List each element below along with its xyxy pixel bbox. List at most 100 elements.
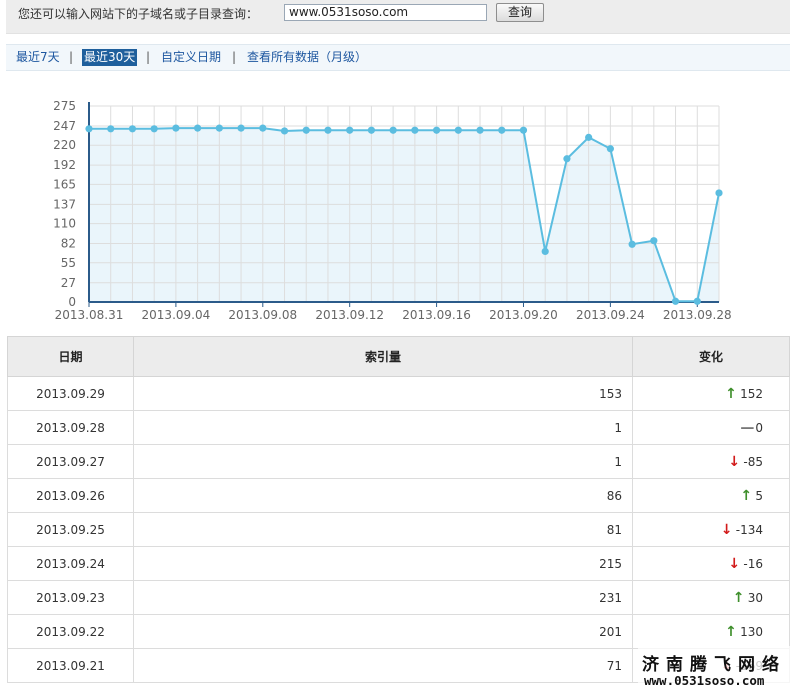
data-point bbox=[411, 126, 419, 134]
data-point bbox=[280, 127, 289, 135]
data-point bbox=[715, 189, 723, 197]
data-point bbox=[585, 133, 593, 141]
tab-separator: | bbox=[69, 50, 74, 64]
table-row: 2013.09.25 81 ↓ -134 bbox=[7, 512, 790, 547]
data-point bbox=[237, 124, 245, 132]
data-point bbox=[671, 297, 680, 305]
x-tick-label: 2013.09.28 bbox=[663, 308, 732, 322]
table-row: 2013.09.24 215 ↓ -16 bbox=[7, 546, 790, 581]
header-change[interactable]: 变化 bbox=[632, 336, 790, 377]
x-tick-label: 2013.09.12 bbox=[315, 308, 384, 322]
cell-change: ↑ 152 bbox=[632, 376, 790, 411]
index-data-table: 日期 索引量 变化 2013.09.29 153 ↑ 152 2013.09.28 1 —0… bbox=[7, 336, 790, 683]
data-point bbox=[650, 237, 658, 245]
cell-date: 2013.09.25 bbox=[7, 512, 134, 547]
x-tick-label: 2013.08.31 bbox=[55, 308, 124, 322]
data-point bbox=[519, 126, 528, 134]
y-tick-label: 55 bbox=[61, 256, 76, 270]
data-point bbox=[85, 125, 93, 133]
down-arrow-icon: ↓ bbox=[728, 453, 741, 470]
header-date[interactable]: 日期 bbox=[7, 336, 134, 377]
cell-date: 2013.09.26 bbox=[7, 478, 134, 513]
cell-date: 2013.09.22 bbox=[7, 614, 134, 649]
x-tick-label: 2013.09.04 bbox=[142, 308, 211, 322]
cell-date: 2013.09.27 bbox=[7, 444, 134, 479]
cell-change: ↑ 5 bbox=[632, 478, 790, 513]
table-header-row: 日期 索引量 变化 bbox=[7, 336, 790, 377]
cell-date: 2013.09.28 bbox=[7, 410, 134, 445]
query-button[interactable]: 查询 bbox=[496, 3, 544, 22]
data-point bbox=[606, 145, 614, 153]
cell-index-count: 201 bbox=[133, 614, 633, 649]
table-row: 2013.09.28 1 —0 bbox=[7, 410, 790, 445]
x-tick-label: 2013.09.24 bbox=[576, 308, 645, 322]
change-value: 130 bbox=[740, 624, 763, 639]
cell-index-count: 231 bbox=[133, 580, 633, 615]
cell-index-count: 1 bbox=[133, 444, 633, 479]
header-index-count[interactable]: 索引量 bbox=[133, 336, 633, 377]
tab-custom-date[interactable]: 自定义日期 bbox=[161, 49, 221, 66]
data-point bbox=[367, 126, 376, 134]
up-arrow-icon: ↑ bbox=[725, 623, 737, 640]
y-tick-label: 165 bbox=[53, 177, 76, 191]
data-point bbox=[128, 125, 137, 133]
data-point bbox=[389, 126, 397, 134]
cell-index-count: 215 bbox=[133, 546, 633, 581]
chart-svg: 0 27 55 82 110 137 165 192 220 247 275 2013.08.31 20… bbox=[53, 99, 732, 322]
data-point bbox=[172, 124, 180, 132]
cell-index-count: 86 bbox=[133, 478, 633, 513]
y-tick-label: 27 bbox=[61, 276, 76, 290]
tab-last-7-days[interactable]: 最近7天 bbox=[16, 49, 60, 66]
data-point bbox=[215, 124, 223, 132]
y-tick-label: 192 bbox=[53, 158, 76, 172]
data-point bbox=[324, 126, 332, 134]
cell-index-count: 81 bbox=[133, 512, 633, 547]
cell-change: ↓ -134 bbox=[632, 512, 790, 547]
watermark: 济南腾飞网络 www.0531soso.com bbox=[638, 646, 794, 694]
data-point bbox=[628, 240, 636, 248]
tab-all-data-monthly[interactable]: 查看所有数据（月级） bbox=[247, 49, 367, 66]
data-point bbox=[432, 126, 441, 134]
subdomain-input[interactable] bbox=[284, 4, 487, 21]
tab-last-30-days[interactable]: 最近30天 bbox=[82, 49, 138, 66]
table-row: 2013.09.26 86 ↑ 5 bbox=[7, 478, 790, 513]
data-point bbox=[541, 247, 549, 255]
data-point bbox=[107, 125, 115, 133]
x-tick-label: 2013.09.08 bbox=[228, 308, 297, 322]
query-label: 您还可以输入网站下的子域名或子目录查询： bbox=[18, 7, 259, 21]
y-tick-label: 247 bbox=[53, 119, 76, 133]
table-row: 2013.09.23 231 ↑ 30 bbox=[7, 580, 790, 615]
x-tick-label: 2013.09.16 bbox=[402, 308, 471, 322]
change-value: 152 bbox=[740, 386, 763, 401]
data-point bbox=[302, 126, 310, 134]
y-tick-label: 275 bbox=[53, 99, 76, 113]
y-tick-label: 82 bbox=[61, 237, 76, 251]
data-point bbox=[150, 125, 158, 133]
data-point bbox=[259, 124, 267, 132]
cell-date: 2013.09.24 bbox=[7, 546, 134, 581]
cell-change: ↑ 130 bbox=[632, 614, 790, 649]
up-arrow-icon: ↑ bbox=[732, 589, 745, 606]
table-row: 2013.09.29 153 ↑ 152 bbox=[7, 376, 790, 411]
x-tick-label: 2013.09.20 bbox=[489, 308, 558, 322]
y-tick-label: 137 bbox=[53, 197, 76, 211]
table-row: 2013.09.22 201 ↑ 130 bbox=[7, 614, 790, 649]
subdomain-query-bar: 您还可以输入网站下的子域名或子目录查询： 查询 bbox=[6, 0, 790, 34]
no-change-icon: — bbox=[740, 419, 755, 436]
y-tick-label: 220 bbox=[53, 138, 76, 152]
cell-change: ↓ -16 bbox=[632, 546, 790, 581]
cell-change: ↓ -85 bbox=[632, 444, 790, 479]
cell-index-count: 1 bbox=[133, 410, 633, 445]
y-tick-label: 110 bbox=[53, 217, 76, 231]
cell-date: 2013.09.23 bbox=[7, 580, 134, 615]
cell-index-count: 153 bbox=[133, 376, 633, 411]
cell-change: —0 bbox=[632, 410, 790, 445]
change-value: 30 bbox=[747, 590, 763, 605]
date-range-tabs: 最近7天 | 最近30天 | 自定义日期 | 查看所有数据（月级） bbox=[6, 44, 790, 71]
cell-index-count: 71 bbox=[133, 648, 633, 683]
change-value: -16 bbox=[743, 556, 763, 571]
y-tick-label: 0 bbox=[68, 295, 76, 309]
up-arrow-icon: ↑ bbox=[740, 487, 753, 504]
up-arrow-icon: ↑ bbox=[725, 385, 737, 402]
down-arrow-icon: ↓ bbox=[720, 521, 733, 538]
